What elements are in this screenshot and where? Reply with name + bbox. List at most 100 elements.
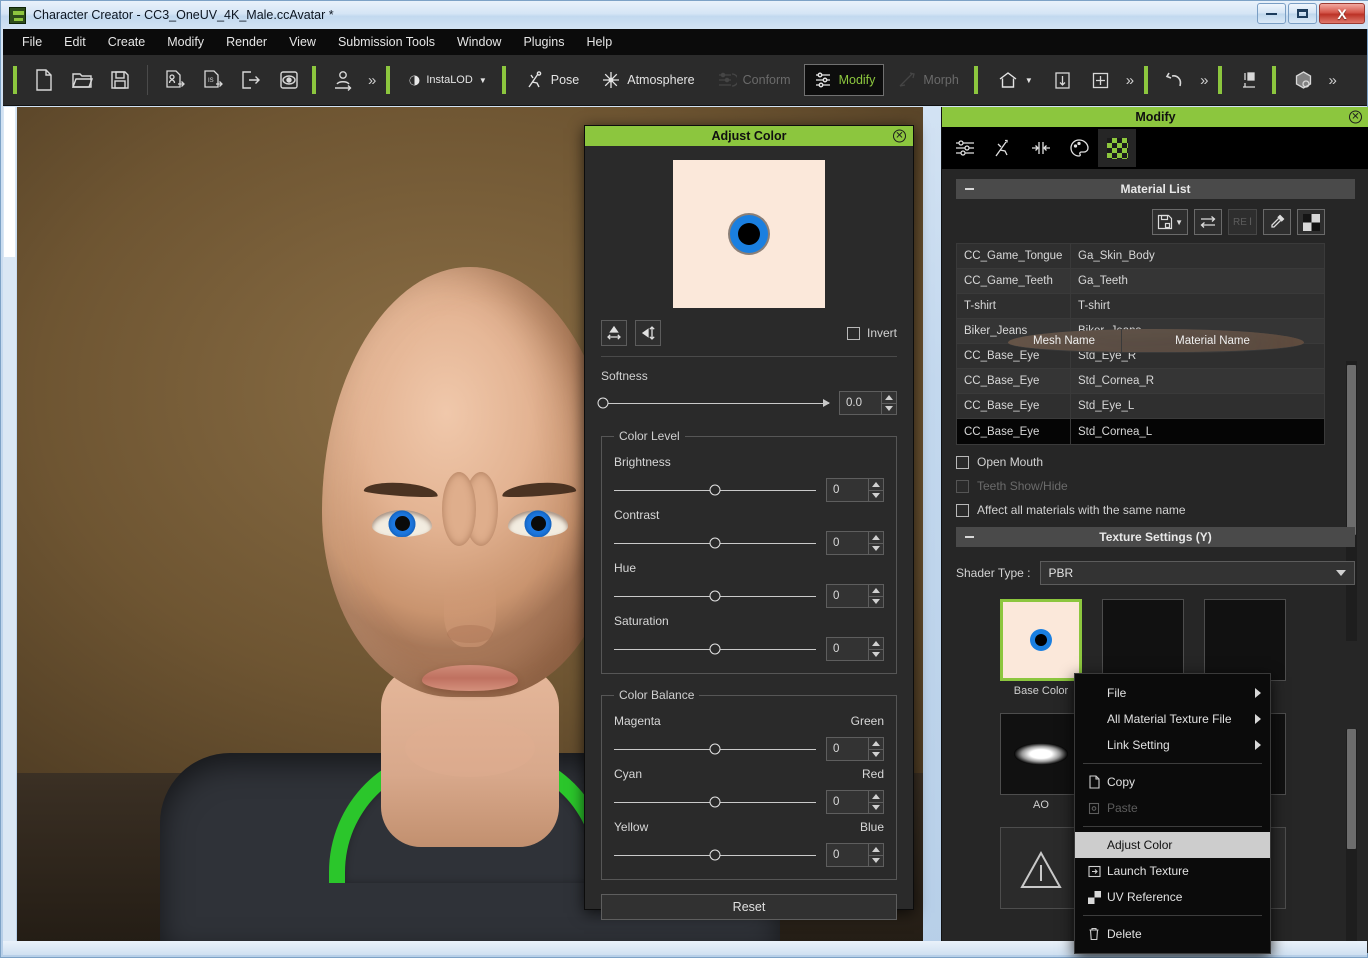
menu-file[interactable]: File — [11, 31, 53, 53]
saturation-slider[interactable] — [614, 642, 816, 656]
menu-window[interactable]: Window — [446, 31, 512, 53]
contrast-decrement[interactable] — [869, 544, 883, 555]
yellow-blue-spinner[interactable]: 0 — [826, 843, 884, 867]
table-row[interactable]: CC_Game_Tongue Ga_Skin_Body — [957, 244, 1324, 269]
softness-slider[interactable] — [597, 396, 829, 410]
toolbar-overflow-3[interactable]: » — [1194, 72, 1214, 89]
softness-knob[interactable] — [597, 397, 609, 409]
open-mouth-control[interactable]: Open Mouth — [956, 455, 1368, 469]
table-row[interactable]: CC_Base_Eye Std_Eye_L — [957, 394, 1324, 419]
cyan-red-decrement[interactable] — [869, 803, 883, 814]
menu-create[interactable]: Create — [97, 31, 157, 53]
texture-thumb-base-color[interactable] — [1000, 599, 1082, 681]
toolbar-overflow-4[interactable]: » — [1322, 72, 1342, 89]
contrast-value[interactable]: 0 — [827, 532, 868, 554]
context-menu-item-link-setting[interactable]: Link Setting — [1075, 732, 1270, 758]
toolbar-overflow-2[interactable]: » — [1120, 72, 1140, 89]
softness-value[interactable]: 0.0 — [840, 392, 881, 414]
hue-spinner[interactable]: 0 — [826, 584, 884, 608]
hue-knob[interactable] — [709, 590, 721, 602]
save-project-button[interactable] — [103, 63, 137, 97]
tab-adjust-sliders[interactable] — [946, 129, 984, 167]
context-menu-item-all-material-texture-file[interactable]: All Material Texture File — [1075, 706, 1270, 732]
material-list-scrollbar-thumb[interactable] — [1347, 365, 1356, 535]
move-tool-button[interactable] — [1084, 63, 1118, 97]
affect-all-materials-checkbox[interactable] — [956, 503, 969, 517]
contrast-slider[interactable] — [614, 536, 816, 550]
restore-button[interactable] — [1288, 3, 1317, 24]
open-project-button[interactable] — [65, 63, 99, 97]
table-row-selected[interactable]: CC_Base_Eye Std_Cornea_L — [957, 419, 1324, 444]
contrast-spinner[interactable]: 0 — [826, 531, 884, 555]
material-list-scrollbar[interactable] — [1346, 361, 1357, 641]
uv-checker-button[interactable] — [1297, 209, 1325, 235]
contrast-increment[interactable] — [869, 532, 883, 544]
texture-thumb-7[interactable] — [1000, 827, 1082, 909]
texture-slot-7[interactable] — [1000, 827, 1082, 913]
conform-button[interactable]: Conform — [708, 63, 800, 97]
cyan-red-value[interactable]: 0 — [827, 791, 868, 813]
brightness-value[interactable]: 0 — [827, 479, 868, 501]
shader-type-select[interactable]: PBR — [1039, 561, 1355, 585]
hue-increment[interactable] — [869, 585, 883, 597]
menu-plugins[interactable]: Plugins — [512, 31, 575, 53]
yellow-blue-increment[interactable] — [869, 844, 883, 856]
brightness-decrement[interactable] — [869, 491, 883, 502]
yellow-blue-value[interactable]: 0 — [827, 844, 868, 866]
material-tool-button[interactable] — [1286, 63, 1320, 97]
context-menu-item-delete[interactable]: Delete — [1075, 921, 1270, 947]
preview-button[interactable] — [272, 63, 306, 97]
save-material-button[interactable]: ▼ — [1152, 209, 1189, 235]
tab-scale[interactable] — [1022, 129, 1060, 167]
texture-thumb-2[interactable] — [1102, 599, 1184, 681]
adjust-color-close-icon[interactable]: ✕ — [893, 129, 906, 143]
saturation-value[interactable]: 0 — [827, 638, 868, 660]
cyan-red-increment[interactable] — [869, 791, 883, 803]
pose-button[interactable]: Pose — [516, 63, 589, 97]
magenta-green-value[interactable]: 0 — [827, 738, 868, 760]
yellow-blue-slider[interactable] — [614, 848, 816, 862]
brightness-knob[interactable] — [709, 484, 721, 496]
menu-render[interactable]: Render — [215, 31, 278, 53]
yellow-blue-knob[interactable] — [709, 849, 721, 861]
hue-slider[interactable] — [614, 589, 816, 603]
undo-button[interactable] — [1158, 63, 1192, 97]
menu-modify[interactable]: Modify — [156, 31, 215, 53]
import-scene-button[interactable]: IS — [196, 63, 230, 97]
adjust-color-titlebar[interactable]: Adjust Color ✕ — [585, 126, 913, 146]
saturation-knob[interactable] — [709, 643, 721, 655]
context-menu-item-uv-reference[interactable]: UV Reference — [1075, 884, 1270, 910]
hue-value[interactable]: 0 — [827, 585, 868, 607]
instalod-button[interactable]: InstaLOD ▼ — [400, 63, 495, 97]
flip-vertical-button[interactable] — [635, 320, 661, 346]
magenta-green-spinner[interactable]: 0 — [826, 737, 884, 761]
toolbar-overflow-1[interactable]: » — [362, 72, 382, 89]
magenta-green-increment[interactable] — [869, 738, 883, 750]
attach-tool-button[interactable] — [1232, 63, 1266, 97]
menu-help[interactable]: Help — [575, 31, 623, 53]
reset-button[interactable]: Reset — [601, 894, 897, 920]
texture-settings-scrollbar-thumb[interactable] — [1347, 729, 1356, 849]
yellow-blue-decrement[interactable] — [869, 856, 883, 867]
cyan-red-knob[interactable] — [709, 796, 721, 808]
left-scrollbar-thumb[interactable] — [4, 107, 15, 257]
affect-all-materials-control[interactable]: Affect all materials with the same name — [956, 503, 1368, 517]
saturation-decrement[interactable] — [869, 650, 883, 661]
table-row[interactable]: CC_Base_Eye Std_Cornea_R — [957, 369, 1324, 394]
invert-control[interactable]: Invert — [846, 326, 897, 340]
tab-material[interactable] — [1098, 129, 1136, 167]
material-list-collapse-icon[interactable] — [965, 188, 974, 190]
table-row[interactable]: T-shirt T-shirt — [957, 294, 1324, 319]
swap-material-button[interactable] — [1194, 209, 1223, 235]
texture-slot-base-color[interactable]: Base Color — [1000, 599, 1082, 697]
cyan-red-spinner[interactable]: 0 — [826, 790, 884, 814]
cyan-red-slider[interactable] — [614, 795, 816, 809]
contrast-knob[interactable] — [709, 537, 721, 549]
texture-slot-ao[interactable]: AO — [1000, 713, 1082, 811]
atmosphere-button[interactable]: Atmosphere — [592, 63, 703, 97]
context-menu-item-adjust-color[interactable]: Adjust Color — [1075, 832, 1270, 858]
texture-settings-scrollbar[interactable] — [1346, 729, 1357, 947]
saturation-spinner[interactable]: 0 — [826, 637, 884, 661]
menu-submission-tools[interactable]: Submission Tools — [327, 31, 446, 53]
brightness-spinner[interactable]: 0 — [826, 478, 884, 502]
